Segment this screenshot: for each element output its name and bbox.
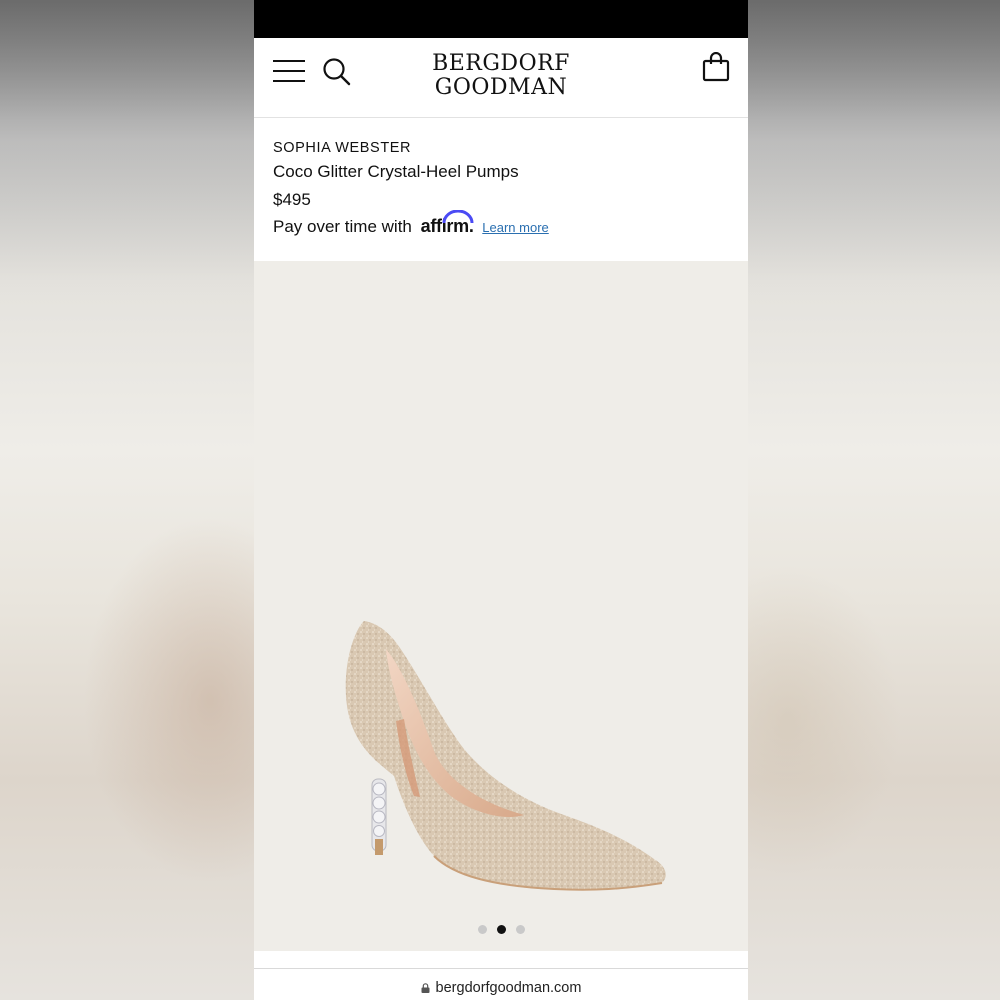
financing-text: Pay over time with <box>273 217 412 236</box>
url-text: bergdorfgoodman.com <box>435 980 582 996</box>
divider <box>254 968 748 969</box>
browser-url-bar[interactable]: bergdorfgoodman.com <box>254 980 748 996</box>
gallery-pagination <box>254 925 748 934</box>
background-blur-left <box>0 0 254 1000</box>
phone-screen: BERGDORF GOODMAN SOPHIA WEBSTER Coco Gli… <box>254 0 748 1000</box>
affirm-logo: affirm. <box>421 210 474 237</box>
lock-icon <box>421 983 430 993</box>
gallery-dot-2[interactable] <box>496 925 506 934</box>
logo-line-1: BERGDORF <box>432 51 570 76</box>
hamburger-menu-icon[interactable] <box>273 60 305 82</box>
learn-more-link[interactable]: Learn more <box>482 220 548 235</box>
search-icon[interactable] <box>322 57 352 87</box>
product-image[interactable] <box>324 601 674 901</box>
affirm-arc-icon <box>442 210 474 224</box>
brand-logo[interactable]: BERGDORF GOODMAN <box>404 52 598 100</box>
site-header: BERGDORF GOODMAN <box>254 38 748 118</box>
background-blur-right <box>748 0 1000 1000</box>
product-price: $495 <box>273 190 311 209</box>
product-brand[interactable]: SOPHIA WEBSTER <box>273 140 411 156</box>
product-name: Coco Glitter Crystal-Heel Pumps <box>273 162 519 181</box>
product-image-gallery[interactable] <box>254 261 748 951</box>
status-bar <box>254 0 748 38</box>
gallery-dot-1[interactable] <box>477 925 487 934</box>
gallery-dot-3[interactable] <box>515 925 525 934</box>
product-info: SOPHIA WEBSTER Coco Glitter Crystal-Heel… <box>254 118 748 260</box>
shopping-bag-icon[interactable] <box>702 51 730 82</box>
logo-line-2: GOODMAN <box>434 75 568 100</box>
financing-row: Pay over time with affirm. Learn more <box>273 210 549 237</box>
